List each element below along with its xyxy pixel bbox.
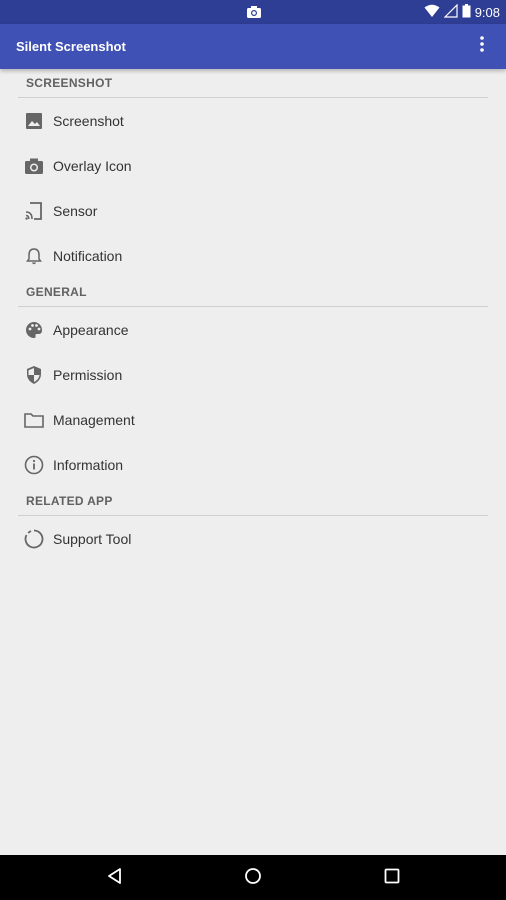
recents-button[interactable] xyxy=(380,866,404,890)
folder-icon xyxy=(24,410,44,430)
status-bar: 9:08 xyxy=(0,0,506,24)
back-icon xyxy=(106,867,124,890)
loading-circle-icon xyxy=(24,529,44,549)
settings-item-label: Sensor xyxy=(53,202,98,219)
image-icon xyxy=(24,111,44,131)
settings-item-information[interactable]: Information xyxy=(0,442,506,487)
settings-item-label: Appearance xyxy=(53,321,129,338)
recents-icon xyxy=(384,868,400,889)
cast-icon xyxy=(24,201,44,221)
settings-item-overlay-icon[interactable]: Overlay Icon xyxy=(0,143,506,188)
settings-item-label: Support Tool xyxy=(53,530,132,547)
settings-list: SCREENSHOT Screenshot Overlay Icon Senso… xyxy=(0,69,506,561)
overflow-menu-icon xyxy=(480,35,484,57)
settings-item-permission[interactable]: Permission xyxy=(0,352,506,397)
back-button[interactable] xyxy=(103,866,127,890)
section-header-related-app: RELATED APP xyxy=(18,487,488,516)
home-button[interactable] xyxy=(241,866,265,890)
battery-icon xyxy=(462,3,471,21)
camera-icon xyxy=(246,4,262,20)
settings-item-label: Information xyxy=(53,456,124,473)
palette-icon xyxy=(24,320,44,340)
settings-item-label: Overlay Icon xyxy=(53,157,132,174)
settings-item-label: Screenshot xyxy=(53,112,124,129)
settings-item-management[interactable]: Management xyxy=(0,397,506,442)
navigation-bar xyxy=(0,855,506,900)
settings-item-screenshot[interactable]: Screenshot xyxy=(0,98,506,143)
settings-item-label: Notification xyxy=(53,247,123,264)
section-header-general: GENERAL xyxy=(18,278,488,307)
signal-icon xyxy=(443,3,458,21)
section-header-screenshot: SCREENSHOT xyxy=(18,69,488,98)
settings-item-appearance[interactable]: Appearance xyxy=(0,307,506,352)
settings-item-label: Permission xyxy=(53,366,123,383)
camera-icon xyxy=(24,156,44,176)
status-icons: 9:08 xyxy=(424,0,500,24)
app-title: Silent Screenshot xyxy=(16,39,126,54)
shield-icon xyxy=(24,365,44,385)
settings-item-sensor[interactable]: Sensor xyxy=(0,188,506,233)
overflow-menu-button[interactable] xyxy=(468,32,496,60)
info-icon xyxy=(24,455,44,475)
wifi-icon xyxy=(424,4,440,21)
settings-item-label: Management xyxy=(53,411,135,428)
home-icon xyxy=(244,867,262,890)
settings-item-support-tool[interactable]: Support Tool xyxy=(0,516,506,561)
status-time: 9:08 xyxy=(474,4,500,20)
app-bar: Silent Screenshot xyxy=(0,24,506,69)
bell-icon xyxy=(24,246,44,266)
settings-item-notification[interactable]: Notification xyxy=(0,233,506,278)
